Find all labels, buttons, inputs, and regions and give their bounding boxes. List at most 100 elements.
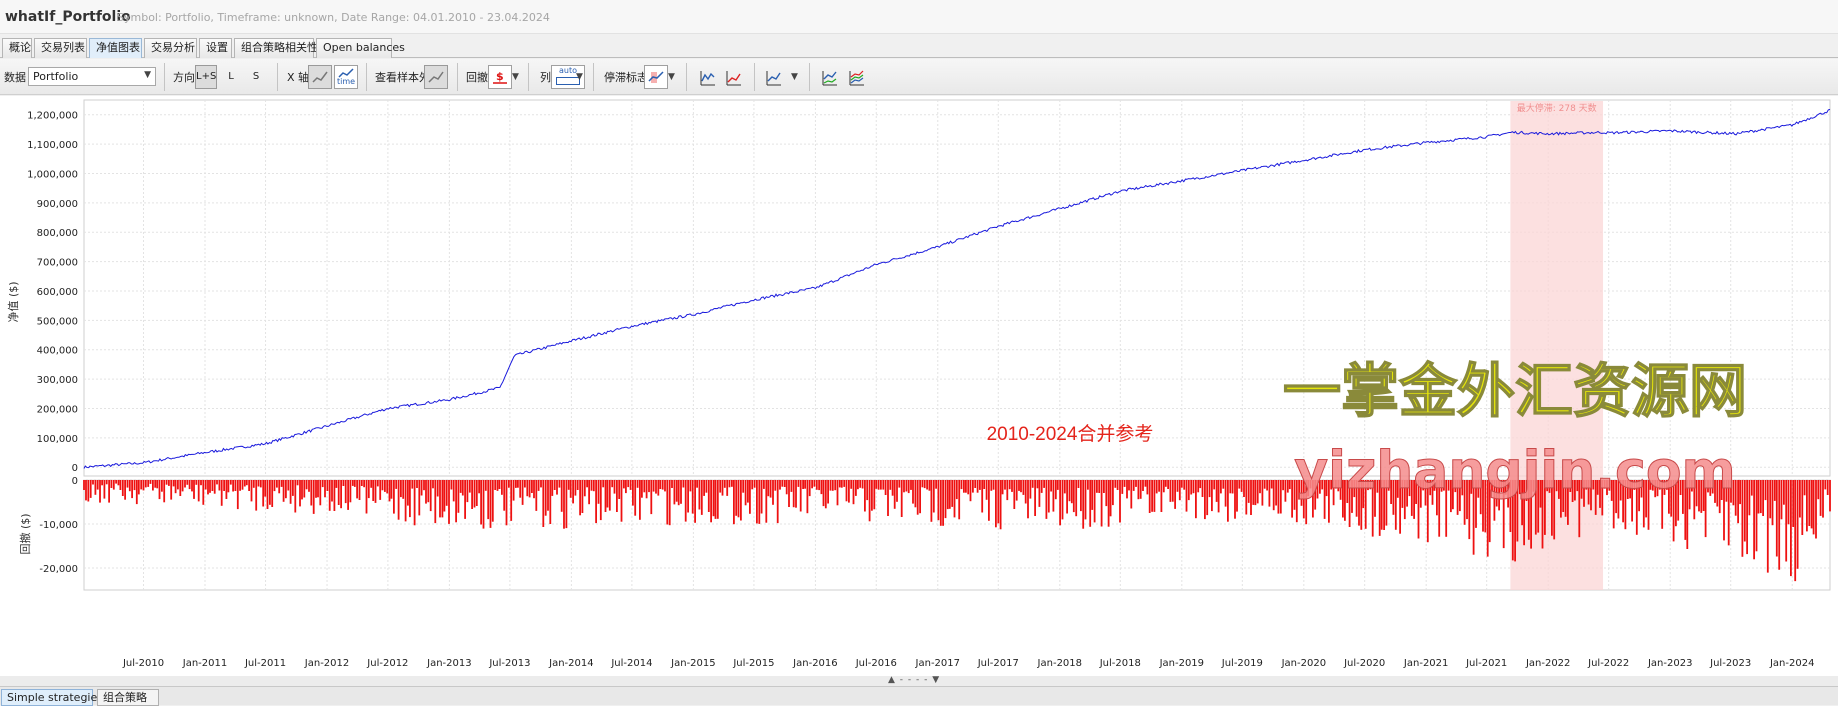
- compare-chart-icon: [822, 71, 837, 86]
- direction-long-short-button[interactable]: L+S: [195, 65, 217, 89]
- x-tick-label: Jul-2022: [1587, 658, 1629, 669]
- drawdown-y-axis-label: 回撤 ($): [18, 513, 32, 554]
- x-tick-label: Jan-2024: [1769, 658, 1814, 669]
- stagnation-icon: [648, 71, 664, 83]
- equity-y-tick-label: 900,000: [37, 199, 78, 210]
- chart-style-button[interactable]: [696, 65, 720, 89]
- panel-splitter[interactable]: ▲ - - - - ▼: [0, 675, 1838, 686]
- chart-toolbar: 数据 Portfolio ▼ 方向 L+S L S X 轴 time 查看样本外…: [0, 59, 1838, 95]
- tab-open-balances[interactable]: Open balances: [316, 38, 405, 58]
- svg-text:$: $: [496, 70, 504, 83]
- x-tick-label: Jul-2013: [488, 658, 530, 669]
- x-tick-label: Jan-2012: [304, 658, 349, 669]
- chevron-down-icon[interactable]: ▼: [576, 72, 583, 82]
- x-tick-label: Jul-2011: [244, 658, 286, 669]
- x-tick-label: Jul-2015: [732, 658, 774, 669]
- direction-short-button[interactable]: S: [246, 65, 266, 89]
- multi-series-button[interactable]: [845, 65, 869, 89]
- x-tick-label: Jul-2023: [1709, 658, 1751, 669]
- x-tick-label: Jul-2010: [122, 658, 164, 669]
- splitter-handle-icon: ▲ - - - - ▼: [888, 675, 941, 685]
- xaxis-trades-button[interactable]: [308, 65, 332, 89]
- toolbar-separator: [164, 63, 165, 91]
- stagnation-label: 停滞标志: [604, 71, 648, 84]
- equity-y-tick-label: 300,000: [37, 375, 78, 386]
- equity-chart-panel: 1,200,000 1,100,000 1,000,000 900,000 800,00…: [0, 96, 1838, 676]
- x-tick-label: Jan-2017: [915, 658, 960, 669]
- equity-y-tick-label: 100,000: [37, 434, 78, 445]
- toolbar-separator: [809, 63, 810, 91]
- tab-portfolio-strategies[interactable]: 组合策略: [97, 689, 159, 706]
- equity-y-tick-label: 200,000: [37, 404, 78, 415]
- toolbar-separator: [754, 63, 755, 91]
- out-of-sample-button[interactable]: [424, 65, 448, 89]
- line-chart-icon: [766, 71, 781, 86]
- y-axis-ticks: 1,200,000 1,100,000 1,000,000 900,000 800,00…: [27, 111, 78, 575]
- toolbar-separator: [686, 63, 687, 91]
- x-tick-label: Jul-2017: [977, 658, 1019, 669]
- tab-portfolio-correlation[interactable]: 组合策略相关性: [234, 38, 318, 58]
- x-tick-label: Jan-2015: [670, 658, 715, 669]
- data-select[interactable]: Portfolio ▼: [28, 67, 156, 86]
- watermark-url: yizhangjin.com: [1294, 441, 1736, 501]
- line-chart-icon: [726, 71, 741, 86]
- bottom-tabs: Simple strategies 组合策略: [0, 686, 1838, 706]
- tab-equity-chart[interactable]: 净值图表: [89, 38, 142, 58]
- equity-y-tick-label: 700,000: [37, 258, 78, 269]
- tab-settings[interactable]: 设置: [199, 38, 232, 58]
- x-tick-label: Jan-2011: [182, 658, 227, 669]
- columns-label: 列: [540, 71, 551, 84]
- x-tick-label: Jan-2020: [1281, 658, 1326, 669]
- toolbar-separator: [528, 63, 529, 91]
- toolbar-separator: [277, 63, 278, 91]
- drawdown-y-tick-label: 0: [72, 476, 78, 487]
- chart-style-button-2[interactable]: [722, 65, 746, 89]
- drawdown-select[interactable]: $: [488, 65, 512, 89]
- chevron-down-icon[interactable]: ▼: [791, 72, 798, 82]
- equity-y-tick-label: 1,000,000: [27, 169, 78, 180]
- app-title: whatIf_Portfolio: [5, 9, 131, 25]
- x-tick-label: Jul-2016: [855, 658, 897, 669]
- direction-long-button[interactable]: L: [221, 65, 241, 89]
- chart-type-button[interactable]: [762, 65, 786, 89]
- line-chart-icon: [312, 71, 328, 83]
- equity-y-tick-label: 1,200,000: [27, 111, 78, 122]
- xaxis-time-button[interactable]: time: [334, 65, 358, 89]
- compare-button[interactable]: [818, 65, 842, 89]
- x-tick-label: Jan-2014: [548, 658, 593, 669]
- toolbar-separator: [366, 63, 367, 91]
- app-subtitle: Symbol: Portfolio, Timeframe: unknown, D…: [117, 11, 550, 24]
- equity-y-tick-label: 800,000: [37, 228, 78, 239]
- x-tick-label: Jan-2013: [426, 658, 471, 669]
- x-tick-label: Jan-2016: [792, 658, 837, 669]
- data-label: 数据: [4, 71, 26, 84]
- chevron-down-icon: ▼: [144, 70, 151, 80]
- chart-annotation: 2010-2024合并参考: [987, 423, 1154, 445]
- stagnation-select[interactable]: [644, 65, 668, 89]
- chevron-down-icon[interactable]: ▼: [512, 72, 519, 82]
- equity-y-tick-label: 400,000: [37, 346, 78, 357]
- x-tick-label: Jul-2012: [366, 658, 408, 669]
- tab-simple-strategies[interactable]: Simple strategies: [1, 689, 103, 706]
- toolbar-separator: [593, 63, 594, 91]
- equity-y-tick-label: 1,100,000: [27, 140, 78, 151]
- x-tick-label: Jan-2019: [1159, 658, 1204, 669]
- x-tick-label: Jul-2020: [1343, 658, 1385, 669]
- equity-chart[interactable]: 1,200,000 1,100,000 1,000,000 900,000 800,00…: [0, 96, 1838, 676]
- x-tick-label: Jul-2019: [1221, 658, 1263, 669]
- tab-trade-analysis[interactable]: 交易分析: [144, 38, 197, 58]
- drawdown-label: 回撤: [466, 71, 488, 84]
- drawdown-y-tick-label: -10,000: [39, 520, 78, 531]
- chart-icon: [428, 71, 444, 83]
- tab-overview[interactable]: 概论: [2, 38, 32, 58]
- direction-label: 方向: [173, 71, 195, 84]
- xaxis-time-text: time: [336, 77, 356, 86]
- bar-line-chart-icon: [700, 71, 715, 86]
- chevron-down-icon[interactable]: ▼: [668, 72, 675, 82]
- equity-y-tick-label: 500,000: [37, 316, 78, 327]
- equity-y-tick-label: 600,000: [37, 287, 78, 298]
- tab-trade-list[interactable]: 交易列表: [34, 38, 87, 58]
- main-tabs: 概论 交易列表 净值图表 交易分析 设置 组合策略相关性 Open balanc…: [0, 36, 1838, 58]
- equity-y-axis-label: 净值 ($): [6, 281, 20, 322]
- xaxis-label: X 轴: [287, 71, 310, 84]
